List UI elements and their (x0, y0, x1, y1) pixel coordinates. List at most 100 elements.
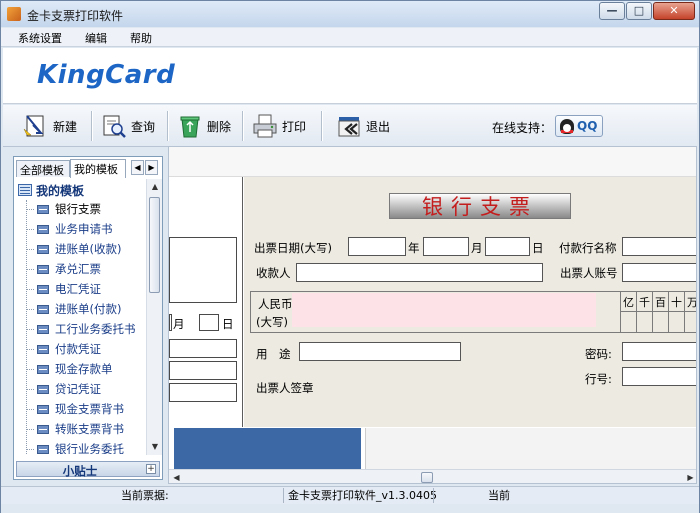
tab-scroll-right-icon[interactable]: ▶ (145, 160, 158, 175)
scroll-up-icon[interactable]: ▲ (147, 179, 163, 195)
amount-in-words-field[interactable] (292, 293, 596, 327)
current-status-label: 当前 (433, 488, 699, 503)
tree-item-bank-cheque[interactable]: 银行支票 (26, 200, 101, 218)
template-icon (37, 224, 49, 234)
close-icon: ✕ (669, 4, 679, 17)
toolbar-separator (91, 111, 93, 141)
canvas-horizontal-scrollbar[interactable]: ◀ ▶ (169, 469, 696, 483)
strip-day-field[interactable] (199, 314, 219, 331)
template-panel: 全部模板 我的模板 ◀ ▶ 我的模板 银行支票 业务申请书 进账单(收款) 承兑… (13, 156, 163, 480)
minimize-icon: — (606, 4, 618, 17)
print-button[interactable]: 打印 (252, 110, 306, 142)
upper-case-label: (大写) (256, 315, 288, 329)
digit-cell[interactable]: 百 (652, 291, 668, 333)
password-field[interactable] (622, 342, 696, 361)
tree-item[interactable]: 工行业务委托书 (26, 320, 136, 338)
tree-item[interactable]: 贷记凭证 (26, 380, 101, 398)
digit-cell[interactable]: 十 (668, 291, 684, 333)
strip-field[interactable] (169, 361, 237, 380)
tree-item-label: 银行业务委托 (55, 442, 124, 454)
tree-item[interactable]: 进账单(收款) (26, 240, 121, 258)
tree-item[interactable]: 现金支票背书 (26, 400, 124, 418)
month-label: 月 (471, 241, 483, 255)
tree-item[interactable]: 付款凭证 (26, 340, 101, 358)
minimize-button[interactable]: — (599, 2, 625, 20)
digit-label: 亿 (623, 296, 634, 309)
menu-edit[interactable]: 编辑 (85, 30, 107, 46)
menu-system-settings[interactable]: 系统设置 (18, 30, 62, 46)
strip-field[interactable] (169, 383, 237, 402)
year-label: 年 (408, 241, 420, 255)
qq-button[interactable]: QQ (555, 115, 603, 137)
tab-my-templates[interactable]: 我的模板 (70, 159, 126, 178)
tab-scroll-left-icon[interactable]: ◀ (131, 160, 144, 175)
window-title: 金卡支票打印软件 (27, 9, 124, 23)
qq-penguin-icon (560, 119, 574, 134)
tree-item[interactable]: 银行业务委托 (26, 440, 124, 454)
tree-scrollbar[interactable]: ▲ ▼ (146, 179, 162, 455)
line-number-label: 行号: (585, 372, 612, 386)
print-label: 打印 (282, 119, 307, 134)
tree-item[interactable]: 承兑汇票 (26, 260, 101, 278)
payer-account-field[interactable] (622, 263, 696, 282)
status-bar: 当前票据: 金卡支票打印软件_v1.3.0405 当前 (1, 486, 699, 504)
payee-label: 收款人 (256, 266, 291, 280)
tree-root-label: 我的模板 (36, 183, 85, 198)
usage-field[interactable] (299, 342, 461, 361)
tab-all-templates[interactable]: 全部模板 (16, 160, 70, 177)
close-button[interactable]: ✕ (653, 2, 695, 20)
query-button[interactable]: 查询 (101, 110, 155, 142)
expand-icon[interactable]: + (146, 464, 156, 474)
tree-item[interactable]: 现金存款单 (26, 360, 113, 378)
delete-label: 删除 (207, 119, 232, 134)
scroll-left-icon[interactable]: ◀ (169, 470, 184, 483)
line-number-field[interactable] (622, 367, 696, 386)
maximize-button[interactable]: □ (626, 2, 652, 20)
payer-account-label: 出票人账号 (560, 266, 618, 280)
strip-field[interactable] (169, 339, 237, 358)
digit-cell[interactable]: 万 (684, 291, 696, 333)
template-icon (37, 344, 49, 354)
version-label: 金卡支票打印软件_v1.3.0405 (283, 488, 437, 503)
tree-item-label: 现金存款单 (55, 362, 113, 376)
menu-help[interactable]: 帮助 (130, 30, 152, 46)
tree-item-label: 进账单(收款) (55, 242, 122, 256)
payer-bank-field[interactable] (622, 237, 696, 256)
toolbar-separator (321, 111, 323, 141)
new-button[interactable]: 新建 (23, 110, 77, 142)
strip-box (169, 314, 172, 331)
scroll-right-icon[interactable]: ▶ (683, 470, 696, 483)
payee-field[interactable] (296, 263, 543, 282)
issue-date-label: 出票日期(大写) (254, 241, 332, 255)
horizontal-scroll-thumb[interactable] (421, 472, 433, 483)
exit-icon (336, 113, 362, 139)
strip-box (169, 237, 237, 303)
year-field[interactable] (348, 237, 406, 256)
canvas-ruler (169, 147, 696, 177)
exit-button[interactable]: 退出 (336, 110, 390, 142)
title-bar: 金卡支票打印软件 — □ ✕ (1, 1, 699, 27)
digit-label: 千 (639, 296, 650, 309)
digit-cell[interactable]: 亿 (620, 291, 636, 333)
month-field[interactable] (423, 237, 469, 256)
tree-item[interactable]: 业务申请书 (26, 220, 113, 238)
new-document-icon (23, 113, 49, 139)
tree-item[interactable]: 进账单(付款) (26, 300, 121, 318)
search-icon (101, 113, 127, 139)
current-ticket-label: 当前票据: (121, 489, 169, 502)
password-label: 密码: (585, 347, 612, 361)
tree-root[interactable]: 我的模板 (18, 182, 84, 198)
digit-cell[interactable]: 千 (636, 291, 652, 333)
tree-item[interactable]: 转账支票背书 (26, 420, 124, 438)
previous-template-strip: 月 日 (169, 177, 243, 427)
tree-item-label: 转账支票背书 (55, 422, 124, 436)
delete-button[interactable]: 删除 (177, 110, 231, 142)
tree-item-label: 工行业务委托书 (55, 322, 136, 336)
tree-item[interactable]: 电汇凭证 (26, 280, 101, 298)
template-icon (37, 364, 49, 374)
scroll-thumb[interactable] (149, 197, 160, 293)
scroll-down-icon[interactable]: ▼ (147, 439, 163, 455)
tree-item-label: 电汇凭证 (55, 282, 101, 296)
day-field[interactable] (485, 237, 530, 256)
tips-bar[interactable]: 小贴士 + (16, 461, 160, 478)
